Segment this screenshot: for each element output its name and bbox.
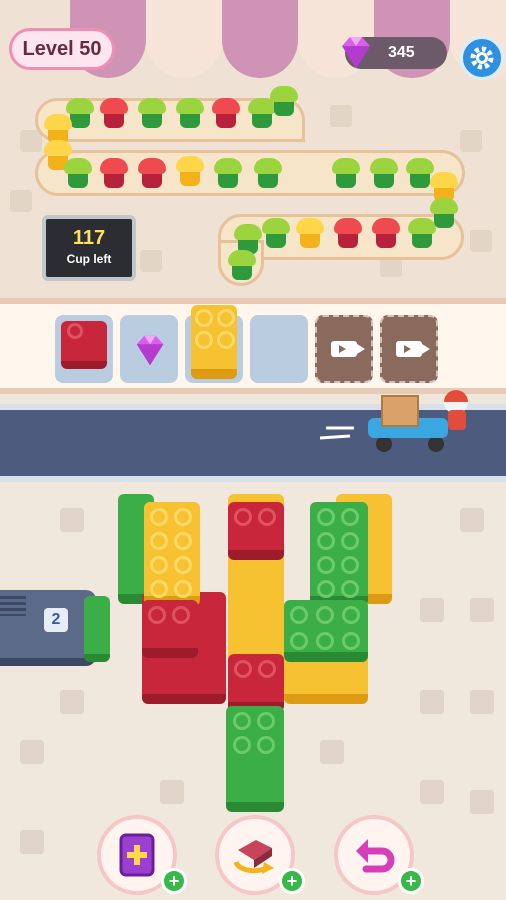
cups-left-label: Cup left [66, 252, 112, 266]
cup [270, 86, 298, 116]
cup [64, 158, 92, 188]
cup [176, 156, 204, 186]
slot-2[interactable] [120, 315, 178, 383]
cups-left-count: 117 [72, 227, 106, 249]
conveyor-belt [35, 150, 465, 196]
cup [406, 158, 434, 188]
cup [248, 98, 276, 128]
gem-icon [342, 37, 370, 68]
yellow-brick [191, 305, 237, 379]
red-brick[interactable] [228, 502, 284, 560]
cup [332, 158, 360, 188]
cup [370, 158, 398, 188]
shuffle-icon [233, 840, 274, 874]
delivery-scooter [320, 390, 468, 452]
shuffle-plus-badge[interactable]: + [279, 868, 305, 894]
awning-stripe [146, 0, 222, 78]
add-slot-plus-badge[interactable]: + [161, 868, 187, 894]
settings-button[interactable] [460, 36, 504, 80]
cup [100, 98, 128, 128]
cup [262, 218, 290, 248]
green-brick[interactable] [226, 706, 284, 812]
cup [430, 198, 458, 228]
level-indicator: Level 50 [9, 28, 115, 70]
cup [254, 158, 282, 188]
slot-5-locked[interactable] [315, 315, 373, 383]
undo-plus-badge[interactable]: + [398, 868, 424, 894]
red-brick[interactable] [142, 600, 198, 658]
cup [334, 218, 362, 248]
bus-cargo-green [84, 596, 110, 662]
cup [212, 98, 240, 128]
cup [100, 158, 128, 188]
cup [138, 98, 166, 128]
slot-3[interactable] [185, 305, 243, 383]
red-brick [61, 321, 107, 369]
video-ad-icon [396, 341, 430, 357]
cup [138, 158, 166, 188]
green-brick[interactable] [284, 600, 368, 662]
awning-stripe [222, 0, 298, 78]
slot-1[interactable] [55, 315, 113, 383]
cup [176, 98, 204, 128]
bus-number: 2 [44, 608, 68, 632]
card-plus-icon [119, 833, 155, 877]
video-ad-icon [331, 341, 365, 357]
cup [214, 158, 242, 188]
cups-left-board: 117 Cup left [42, 215, 136, 281]
cup [296, 218, 324, 248]
bus-grille [0, 596, 26, 616]
red-brick[interactable] [228, 654, 284, 712]
cup [372, 218, 400, 248]
slot-4[interactable] [250, 315, 308, 383]
cup [408, 218, 436, 248]
undo-icon [356, 839, 395, 873]
gem-icon [136, 335, 164, 366]
yellow-brick[interactable] [144, 502, 200, 606]
level-label: Level 50 [22, 37, 102, 60]
green-brick[interactable] [310, 502, 368, 606]
gem-count: 345 [388, 44, 415, 61]
gear-icon [470, 46, 494, 70]
cup [228, 250, 256, 280]
slot-6-locked[interactable] [380, 315, 438, 383]
